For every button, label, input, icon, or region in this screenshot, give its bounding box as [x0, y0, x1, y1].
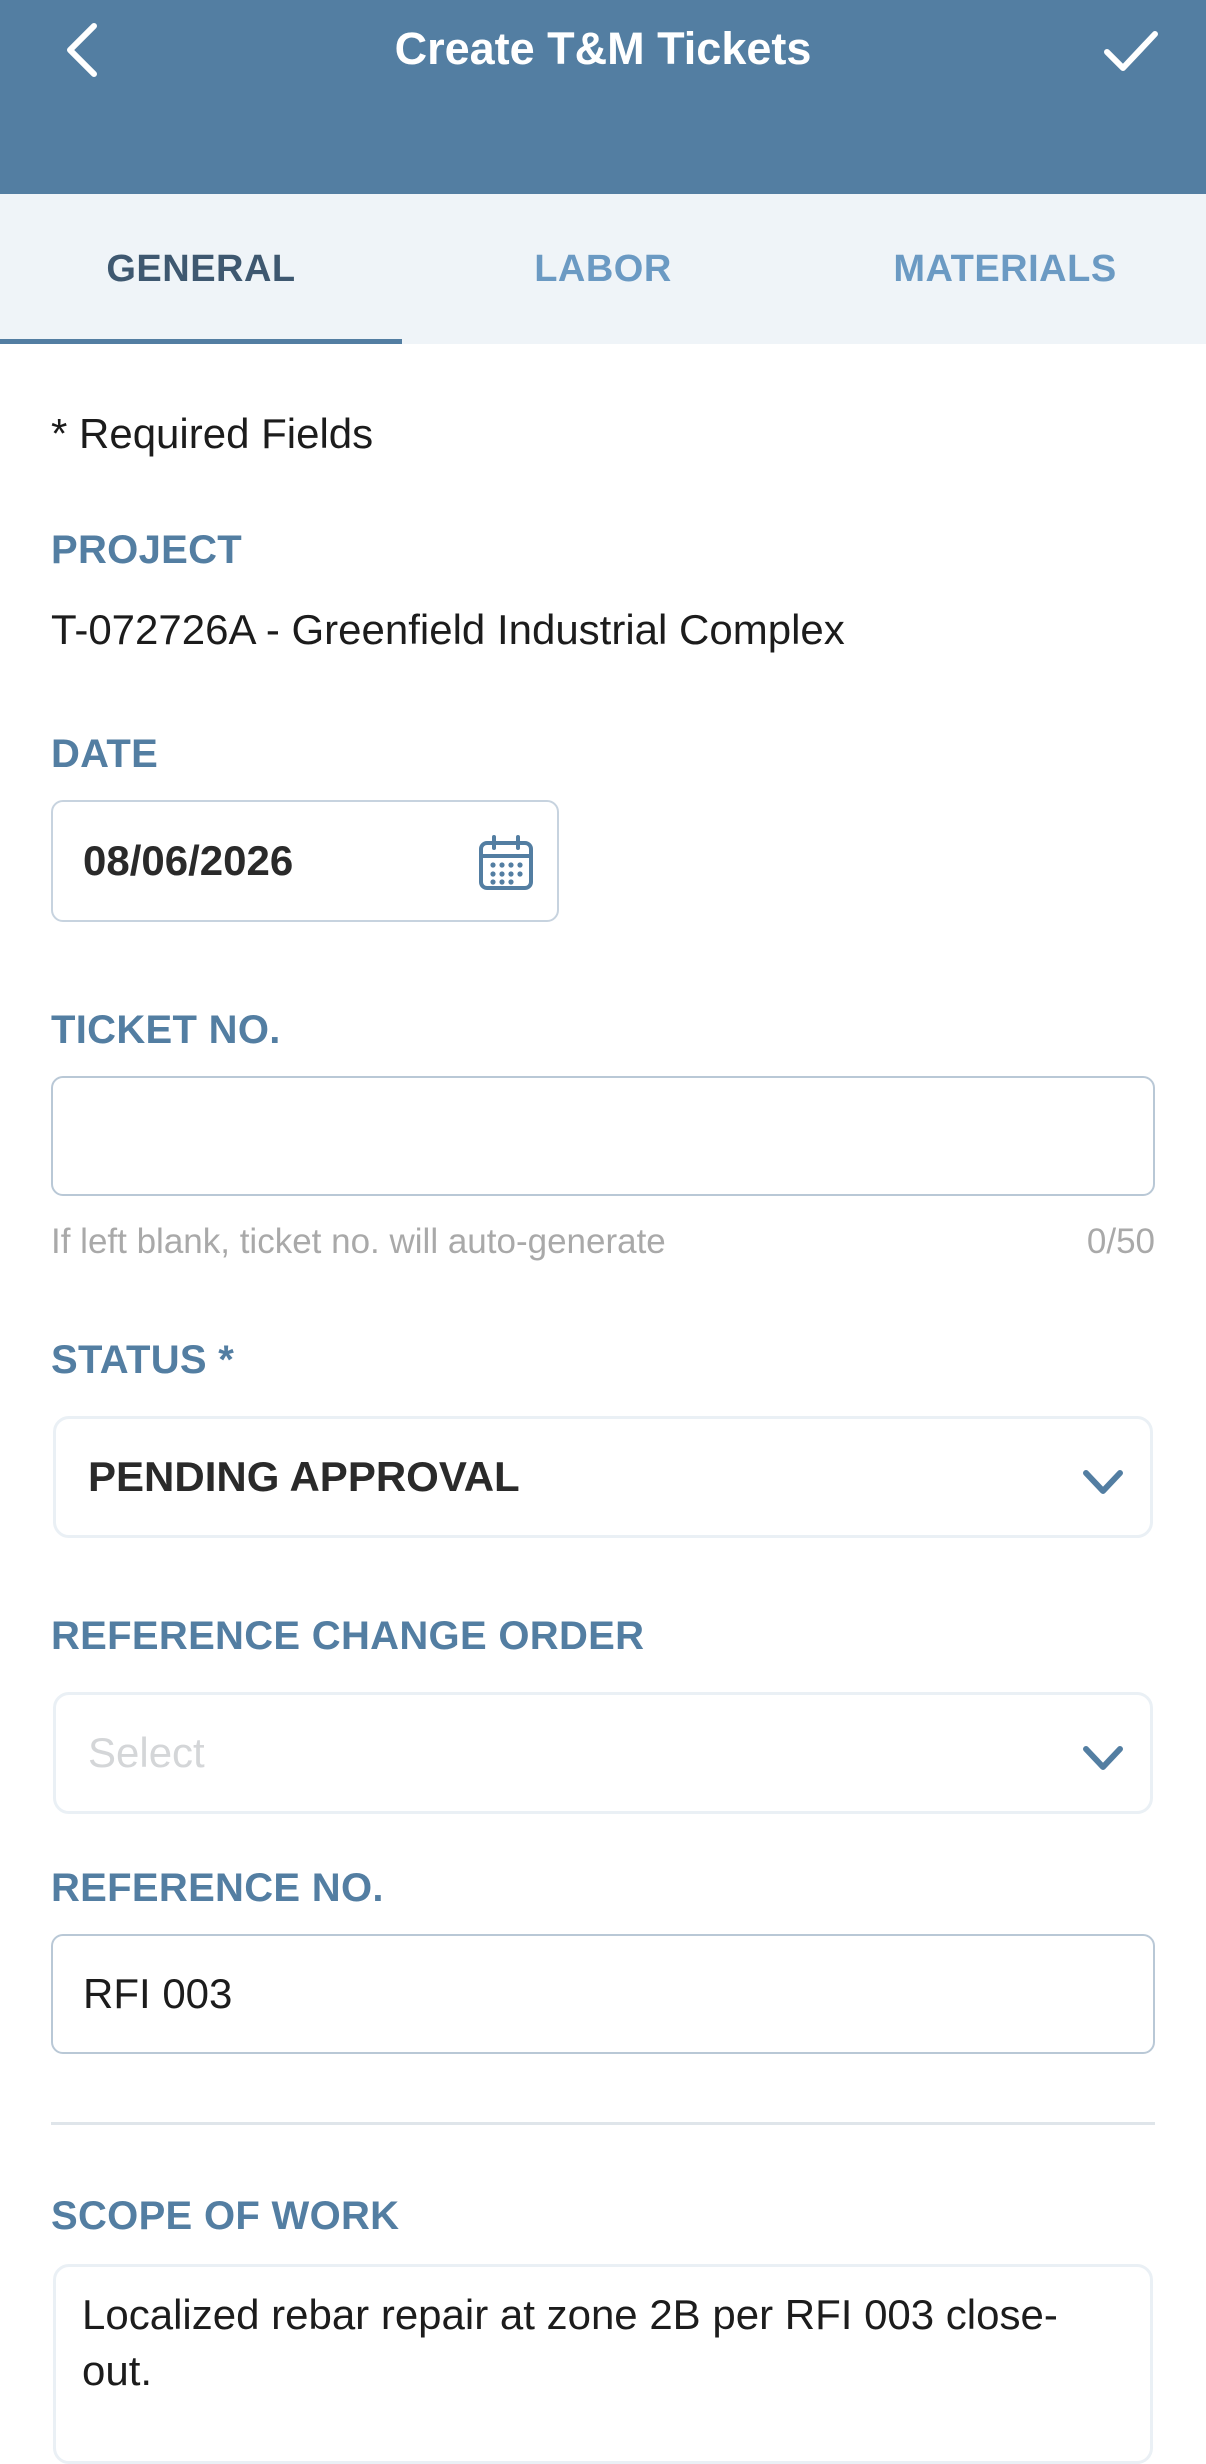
reference-no-label: REFERENCE NO. [51, 1866, 384, 1910]
date-value: 08/06/2026 [83, 837, 294, 884]
status-label: STATUS * [51, 1338, 235, 1382]
ticket-no-input[interactable] [51, 1076, 1155, 1196]
scope-of-work-label: SCOPE OF WORK [51, 2194, 400, 2238]
reference-change-order-placeholder: Select [88, 1729, 205, 1776]
project-label: PROJECT [51, 528, 243, 572]
tab-general[interactable]: GENERAL [0, 194, 402, 344]
reference-change-order-select[interactable]: Select [53, 1692, 1153, 1814]
section-divider [51, 2122, 1155, 2125]
app-header: Create T&M Tickets [0, 0, 1206, 194]
status-value: PENDING APPROVAL [88, 1453, 520, 1500]
status-select[interactable]: PENDING APPROVAL [53, 1416, 1153, 1538]
checkmark-icon [1104, 31, 1158, 71]
tab-labor[interactable]: LABOR [402, 194, 804, 344]
project-value: T-072726A - Greenfield Industrial Comple… [51, 606, 845, 653]
date-label: DATE [51, 732, 159, 776]
save-button[interactable] [1096, 18, 1166, 82]
ticket-no-hint-row: If left blank, ticket no. will auto-gene… [51, 1222, 1155, 1262]
ticket-no-counter: 0/50 [1086, 1222, 1155, 1261]
reference-change-order-label: REFERENCE CHANGE ORDER [51, 1614, 645, 1658]
page-title: Create T&M Tickets [394, 23, 812, 74]
calendar-icon[interactable] [477, 834, 535, 892]
date-field[interactable]: 08/06/2026 [51, 800, 559, 922]
chevron-down-icon [1083, 1470, 1123, 1494]
chevron-down-icon [1083, 1746, 1123, 1770]
reference-no-input[interactable]: RFI 003 [51, 1934, 1155, 2054]
ticket-no-label: TICKET NO. [51, 1008, 281, 1052]
scope-of-work-textarea[interactable]: Localized rebar repair at zone 2B per RF… [53, 2264, 1153, 2464]
tab-materials[interactable]: MATERIALS [804, 194, 1206, 344]
required-fields-note: * Required Fields [51, 410, 374, 457]
ticket-no-hint: If left blank, ticket no. will auto-gene… [51, 1222, 666, 1261]
tab-bar: GENERAL LABOR MATERIALS [0, 194, 1206, 344]
